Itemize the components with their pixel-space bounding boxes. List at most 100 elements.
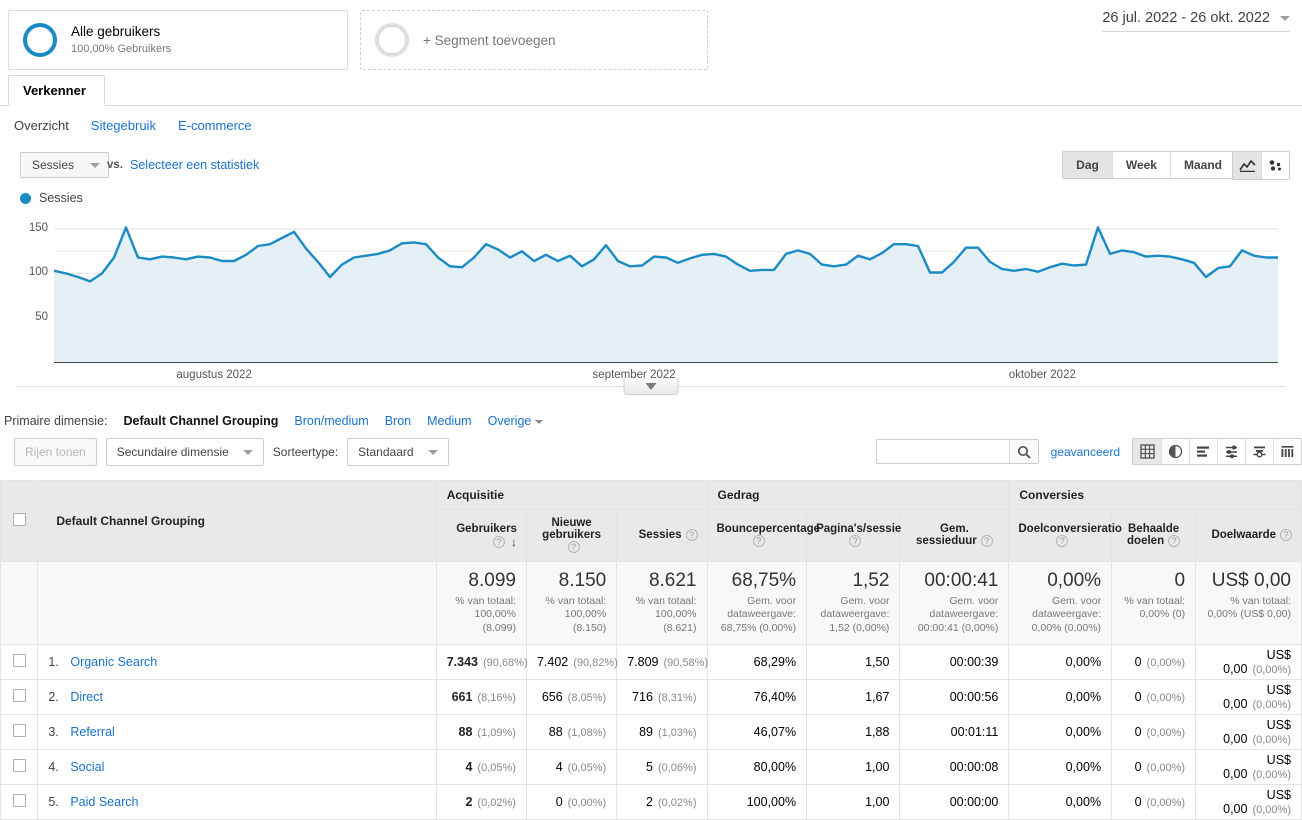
cell-gebruikers: 2 (0,02%) [435,783,527,820]
row-checkbox[interactable] [12,793,26,807]
help-icon[interactable]: ? [752,535,765,548]
table-view-icon[interactable] [1133,439,1161,464]
cell-gebruikers: 661 (8,16%) [435,678,527,715]
cell-value: 88 [548,724,563,739]
column-header-sessies[interactable]: Sessies? [616,509,708,562]
row-checkbox-cell[interactable] [0,713,39,750]
column-header-paginas-sessie[interactable]: Pagina's/sessie? [806,509,901,562]
table-row[interactable]: 1. Organic Search 7.343 (90,68%) 7.402 (90,82… [0,643,1302,680]
row-dimension-link[interactable]: Organic Search [70,655,157,669]
column-header-gebruikers[interactable]: Gebruikers? ↓ [435,509,527,562]
motion-chart-icon[interactable] [1261,152,1289,179]
group-header-gedrag: Gedrag [706,480,1010,510]
sort-type-select[interactable]: Standaard [347,438,449,466]
subnav-item-sitegebruik[interactable]: Sitegebruik [91,118,156,133]
row-checkbox-cell[interactable] [0,748,39,785]
cell-gem-sessieduur: 00:00:00 [899,783,1010,820]
search-icon[interactable] [1008,440,1038,463]
primary-dimension-medium[interactable]: Medium [427,414,471,428]
cell-percent: (8,31%) [657,691,697,704]
help-icon[interactable]: ? [1056,535,1069,548]
pivot-view-icon[interactable] [1273,439,1301,464]
row-dimension-cell: 5. Paid Search [37,783,437,820]
column-header-doelconversieratio[interactable]: Doelconversieratio? [1008,509,1122,562]
row-checkbox[interactable] [12,688,26,702]
column-header-behaalde-doelen[interactable]: Behaalde doelen? [1111,509,1197,562]
help-icon[interactable]: ? [492,536,505,549]
cell-percent: (0,00%) [1146,761,1186,774]
cell-percent: (90,68%) [482,656,528,669]
cell-value: 7.402 [536,654,569,669]
column-header-gem-sessieduur[interactable]: Gem. sessieduur? [899,509,1010,562]
table-row[interactable]: 2. Direct 661 (8,16%) 656 (8,05%) 716 (8,31%) 76… [0,678,1302,715]
row-checkbox[interactable] [12,758,26,772]
advanced-link[interactable]: geavanceerd [1051,445,1120,459]
table-search[interactable] [875,439,1039,464]
column-header-doelwaarde[interactable]: Doelwaarde? [1195,509,1302,562]
cell-nieuwe-gebruikers: 0 (0,00%) [525,783,618,820]
tab-strip: Verkenner [0,75,1302,106]
row-dimension-link[interactable]: Direct [70,690,103,704]
column-header-nieuwe-gebruikers[interactable]: Nieuwe gebruikers? [525,509,618,562]
comparison-view-icon[interactable] [1217,439,1245,464]
totals-subtext: Gem. voor dataweergave: 0,00% (0,00%) [1031,594,1102,635]
metric-selector[interactable]: Sessies [20,152,110,178]
performance-view-icon[interactable] [1189,439,1217,464]
chart-expand-toggle[interactable] [623,378,679,395]
column-header-bouncepercentage[interactable]: Bouncepercentage? [706,509,820,562]
cell-value: 716 [632,689,653,704]
help-icon[interactable]: ? [1280,529,1292,542]
pie-chart-view-icon[interactable] [1161,439,1189,464]
primary-dimension-bron-medium[interactable]: Bron/medium [294,414,368,428]
sort-desc-icon[interactable]: ↓ [511,535,517,549]
line-chart-icon[interactable] [1233,152,1261,179]
tab-verkenner[interactable]: Verkenner [8,75,105,106]
row-dimension-link[interactable]: Referral [70,725,114,739]
subnav-item-overzicht[interactable]: Overzicht [14,118,69,133]
row-dimension-link[interactable]: Social [70,760,104,774]
table-row[interactable]: 4. Social 4 (0,05%) 4 (0,05%) 5 (0,06%) 80,00% 1,… [0,748,1302,785]
row-checkbox-cell[interactable] [0,678,39,715]
date-range-picker[interactable]: 26 jul. 2022 - 26 okt. 2022 [1102,10,1290,32]
subnav-item-ecommerce[interactable]: E-commerce [178,118,252,133]
granularity-maand[interactable]: Maand [1169,152,1235,178]
search-input[interactable] [876,440,1009,463]
sort-type-value: Standaard [358,445,414,459]
cell-value: 0 [1134,654,1142,669]
select-all-checkbox-cell[interactable] [0,480,39,562]
select-all-checkbox[interactable] [12,513,26,526]
table-row[interactable]: 5. Paid Search 2 (0,02%) 0 (0,00%) 2 (0,02%) 100… [0,783,1302,820]
help-icon[interactable]: ? [567,541,580,554]
cell-nieuwe-gebruikers: 88 (1,08%) [525,713,618,750]
granularity-dag[interactable]: Dag [1063,152,1112,178]
row-checkbox[interactable] [12,723,26,737]
select-metric-link[interactable]: Selecteer een statistiek [130,158,259,172]
cell-behaalde-doelen: 0 (0,00%) [1111,713,1197,750]
row-checkbox-cell[interactable] [0,783,39,820]
chart-plot-area[interactable]: 150 100 50 [29,207,1278,362]
secondary-dimension-button[interactable]: Secundaire dimensie [105,438,264,466]
help-icon[interactable]: ? [1168,535,1181,548]
table-row[interactable]: 3. Referral 88 (1,09%) 88 (1,08%) 89 (1,03%) 46,… [0,713,1302,750]
row-dimension-cell: 1. Organic Search [37,643,437,680]
legend-dot-icon [20,192,31,204]
row-checkbox[interactable] [12,653,26,667]
granularity-week[interactable]: Week [1111,152,1170,178]
primary-dimension-current[interactable]: Default Channel Grouping [124,414,279,428]
primary-dimension-other-link[interactable]: Overige [488,414,532,428]
segment-card-all-users[interactable]: Alle gebruikers 100,00% Gebruikers [8,10,348,70]
row-dimension-link[interactable]: Paid Search [70,795,138,809]
chevron-down-icon [242,449,253,455]
primary-dimension-bron[interactable]: Bron [385,414,411,428]
primary-dimension-other[interactable]: Overige [488,414,544,428]
totals-value: 0,00% [1047,570,1102,591]
row-checkbox-cell[interactable] [0,643,39,680]
help-icon[interactable]: ? [980,535,993,548]
add-segment-card[interactable]: + Segment toevoegen [360,10,708,70]
sub-navigation: Overzicht Sitegebruik E-commerce [0,106,1302,145]
help-icon[interactable]: ? [685,529,698,542]
show-rows-button[interactable]: Rijen tonen [14,438,97,466]
term-cloud-view-icon[interactable] [1245,439,1273,464]
help-icon[interactable]: ? [849,535,862,548]
dimension-header[interactable]: Default Channel Grouping [37,480,437,562]
